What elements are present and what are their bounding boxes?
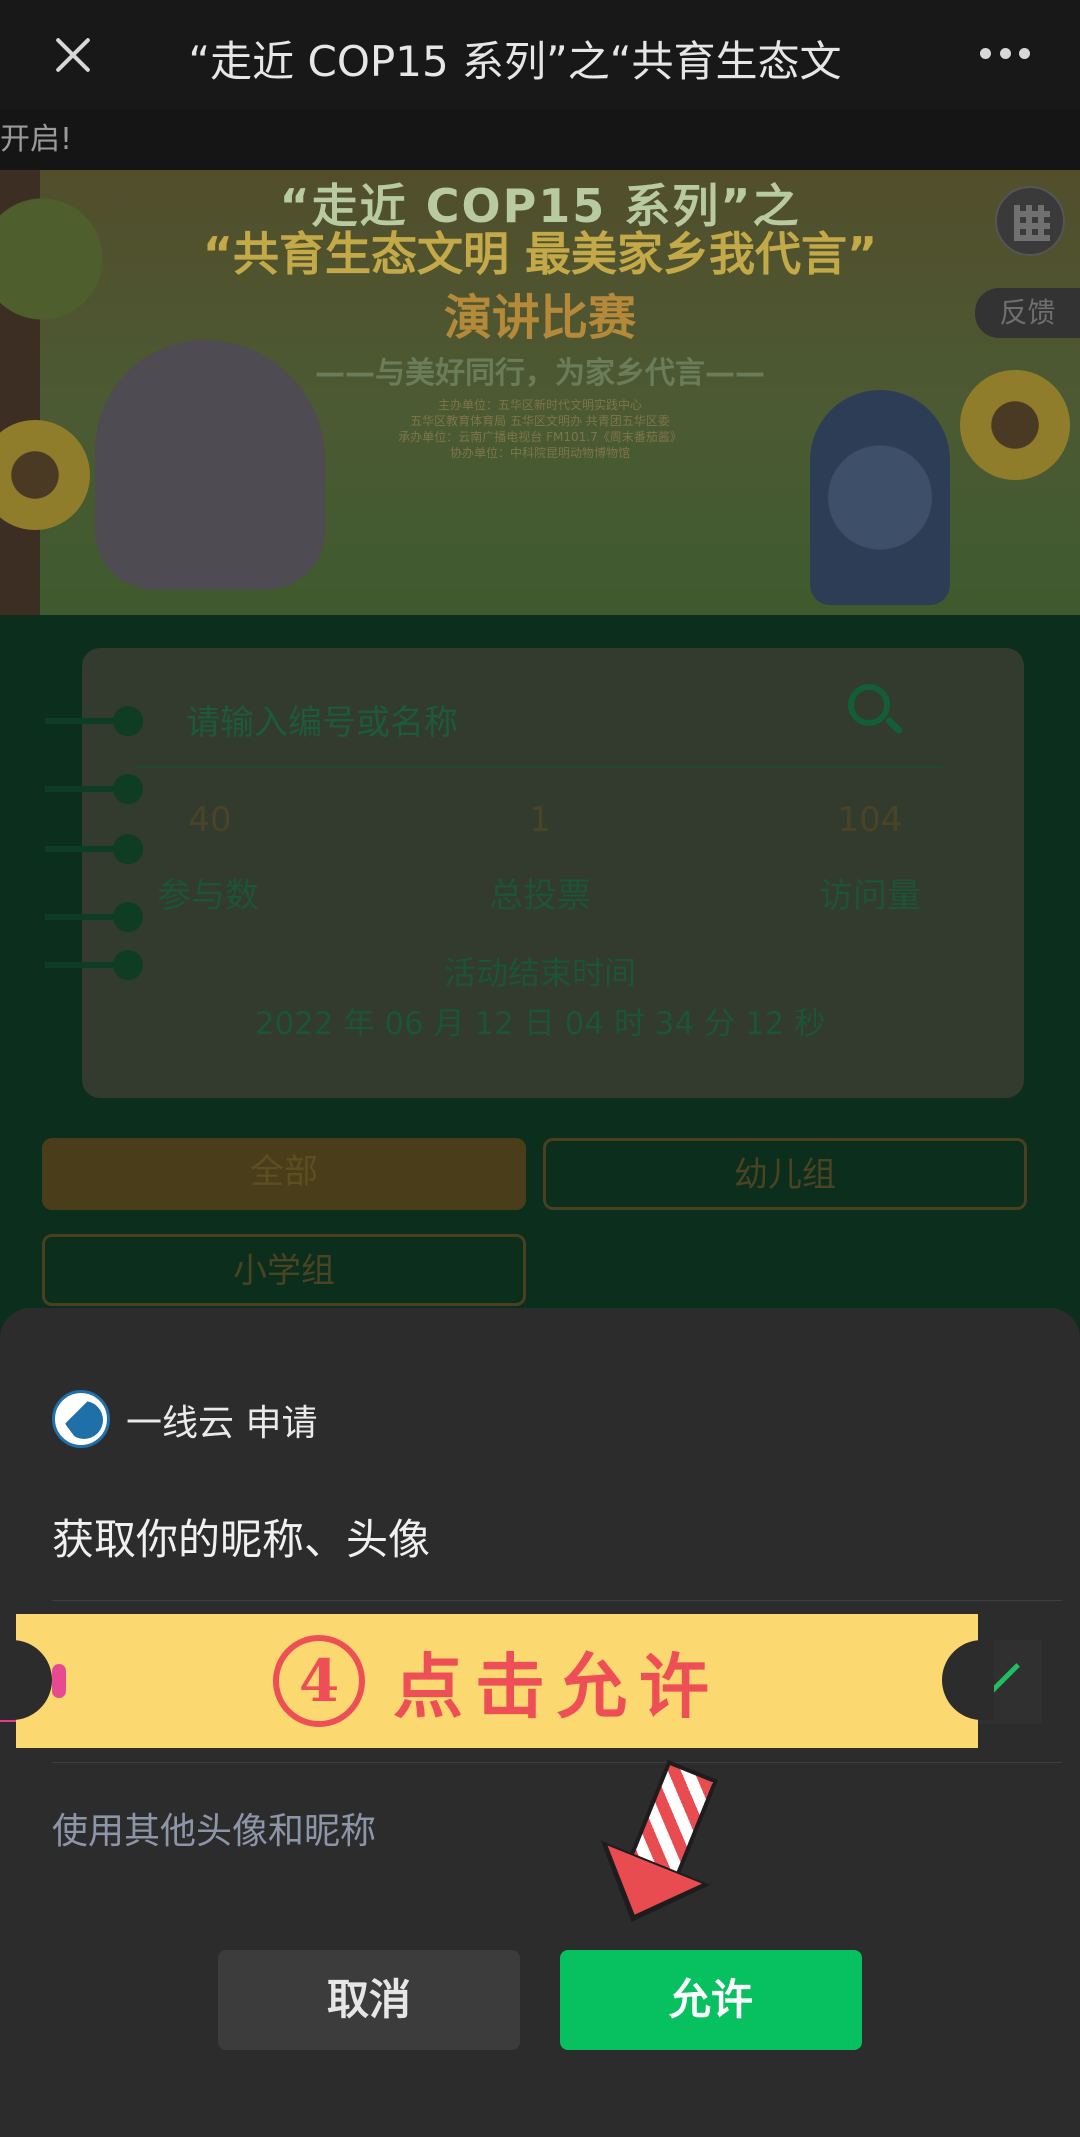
banner-title-line3: 演讲比赛 <box>443 290 636 346</box>
close-icon[interactable] <box>48 30 98 80</box>
search-underline <box>135 766 943 768</box>
filter-primary-button[interactable]: 小学组 <box>42 1234 526 1306</box>
divider <box>52 1762 1062 1763</box>
banner-organizer-line: 承办单位：云南广播电视台 FM101.7《周末番茄酱》 <box>398 430 682 444</box>
total-votes-label: 总投票 <box>489 876 591 916</box>
banner-title-line2: “共育生态文明 最美家乡我代言” <box>202 227 878 281</box>
end-time-countdown: 2022 年 06 月 12 日 04 时 34 分 12 秒 <box>254 1006 826 1042</box>
allow-button[interactable]: 允许 <box>560 1950 862 2050</box>
qr-code-icon[interactable] <box>995 186 1065 256</box>
filter-kindergarten-button[interactable]: 幼儿组 <box>543 1138 1027 1210</box>
end-time-label: 活动结束时间 <box>443 954 636 992</box>
participant-count: 40 <box>188 800 232 840</box>
more-options-icon[interactable] <box>980 48 1030 62</box>
binder-ring <box>45 774 143 804</box>
filter-all-button[interactable]: 全部 <box>42 1138 526 1210</box>
total-votes: 1 <box>529 800 551 840</box>
page-title: “走近 COP15 系列”之“共育生态文 <box>188 37 842 84</box>
binder-ring <box>45 706 143 736</box>
visit-count: 104 <box>837 800 903 840</box>
feedback-button[interactable]: 反馈 <box>975 288 1080 338</box>
tutorial-annotation-banner: 4 点击允许 <box>0 1614 994 1748</box>
annotation-step-number: 4 <box>273 1635 365 1727</box>
search-icon[interactable] <box>848 684 904 736</box>
banner-organizer-line: 五华区教育体育局 五华区文明办 共青团五华区委 <box>410 414 670 428</box>
nav-bar: “走近 COP15 系列”之“共育生态文 <box>0 0 1080 110</box>
use-other-profile-link[interactable]: 使用其他头像和昵称 <box>52 1802 376 1854</box>
banner-organizer-line: 主办单位：五华区新时代文明实践中心 <box>437 398 642 412</box>
app-logo-icon <box>52 1390 110 1448</box>
cancel-button[interactable]: 取消 <box>218 1950 520 2050</box>
visit-count-label: 访问量 <box>819 876 921 916</box>
request-title: 获取你的昵称、头像 <box>52 1515 431 1564</box>
annotation-text: 点击允许 <box>393 1644 721 1728</box>
app-request-header: 一线云 申请 <box>126 1403 318 1444</box>
divider <box>52 1600 1062 1601</box>
participant-count-label: 参与数 <box>157 876 259 916</box>
banner-organizer-line: 协办单位：中科院昆明动物博物馆 <box>449 446 630 460</box>
search-input[interactable]: 请输入编号或名称 <box>186 695 458 744</box>
binder-ring <box>45 834 143 864</box>
banner-subtitle: ——与美好同行，为家乡代言—— <box>315 356 765 391</box>
event-banner: “走近 COP15 系列”之 “共育生态文明 最美家乡我代言” 演讲比赛 ——与… <box>0 170 1080 615</box>
notice-marquee: 开启! <box>0 110 1080 170</box>
